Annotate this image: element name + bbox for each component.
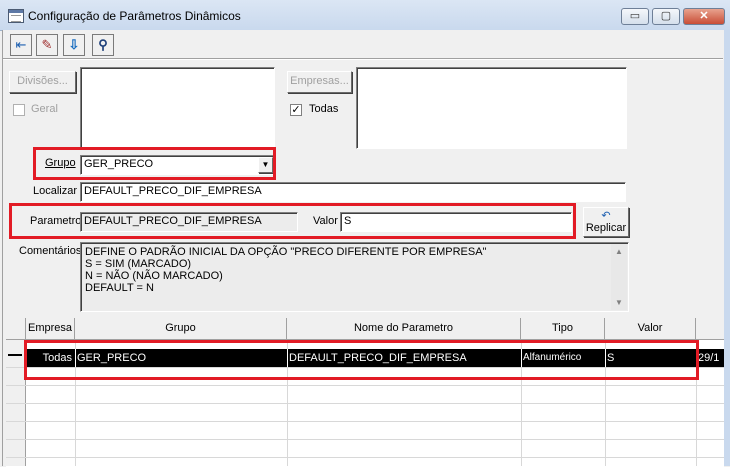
localizar-label: Localizar — [33, 185, 78, 197]
minimize-button[interactable]: ▭ — [621, 8, 649, 25]
window-title: Configuração de Parâmetros Dinâmicos — [28, 9, 241, 23]
save-button[interactable]: ⇩ — [63, 34, 85, 56]
maximize-button[interactable]: ▢ — [652, 8, 680, 25]
toolbar-divider — [3, 58, 723, 60]
column-header-nome[interactable]: Nome do Parametro — [287, 318, 521, 340]
current-row-indicator — [8, 354, 22, 356]
divisoes-button[interactable]: Divisões... — [9, 71, 76, 93]
save-icon: ⇩ — [68, 37, 80, 52]
localizar-input[interactable]: DEFAULT_PRECO_DIF_EMPRESA — [80, 182, 626, 202]
check-icon: ✓ — [291, 104, 301, 116]
cell-extra[interactable]: 29/1 — [698, 351, 719, 365]
column-header-empresa[interactable]: Empresa — [26, 318, 75, 340]
exit-button[interactable]: ⇤ — [10, 34, 32, 56]
scroll-down-icon[interactable]: ▼ — [615, 298, 623, 307]
title-bar[interactable]: Configuração de Parâmetros Dinâmicos ▭ ▢… — [0, 0, 730, 31]
close-button[interactable]: ✕ — [683, 8, 725, 25]
geral-checkbox[interactable] — [13, 104, 25, 116]
window-frame — [724, 30, 730, 466]
geral-label: Geral — [31, 103, 58, 115]
grid-line — [6, 457, 724, 458]
replicar-button[interactable]: ↶ Replicar — [583, 207, 629, 237]
table-icon — [8, 9, 24, 23]
divisoes-list[interactable] — [80, 67, 275, 149]
grid-line — [6, 421, 724, 422]
grid-row-header-corner — [6, 318, 26, 340]
todas-checkbox[interactable]: ✓ — [290, 104, 302, 116]
todas-label: Todas — [309, 103, 339, 115]
undo-icon: ↶ — [601, 210, 611, 222]
grid-line — [6, 439, 724, 440]
column-header-extra[interactable] — [696, 318, 724, 340]
comment-line: S = SIM (MARCADO) — [85, 258, 192, 270]
highlight-row — [24, 340, 699, 380]
comment-line: DEFINE O PADRÃO INICIAL DA OPÇÃO "PRECO … — [85, 246, 487, 258]
binoculars-icon: ⚲ — [98, 37, 108, 52]
comment-line: N = NÃO (NÃO MARCADO) — [85, 270, 223, 282]
empresas-button[interactable]: Empresas... — [287, 71, 352, 93]
eraser-icon: ✎ — [41, 37, 53, 52]
column-header-valor[interactable]: Valor — [605, 318, 696, 340]
highlight-parametro — [9, 203, 576, 239]
empresas-list[interactable] — [356, 67, 627, 149]
grid-line — [6, 385, 724, 386]
replicar-label: Replicar — [585, 222, 627, 234]
column-header-tipo[interactable]: Tipo — [521, 318, 605, 340]
comentarios-label: Comentários — [19, 245, 82, 257]
comentarios-scrollbar[interactable]: ▲ ▼ — [611, 244, 627, 310]
search-button[interactable]: ⚲ — [92, 34, 114, 56]
column-header-grupo[interactable]: Grupo — [75, 318, 287, 340]
clear-button[interactable]: ✎ — [36, 34, 58, 56]
scroll-up-icon[interactable]: ▲ — [615, 247, 623, 256]
grid-line — [6, 403, 724, 404]
comment-line: DEFAULT = N — [85, 282, 154, 294]
highlight-grupo — [33, 147, 276, 180]
exit-icon: ⇤ — [15, 37, 27, 52]
comentarios-textarea: DEFINE O PADRÃO INICIAL DA OPÇÃO "PRECO … — [80, 242, 629, 312]
